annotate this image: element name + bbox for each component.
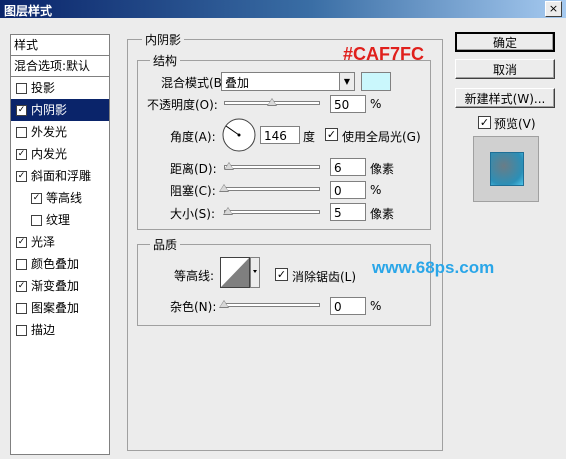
contour-label: 等高线: [174, 269, 215, 283]
new-style-button[interactable]: 新建样式(W)... [455, 88, 555, 108]
global-light-checkbox[interactable]: ✓ [325, 128, 338, 141]
angle-label: 角度(A): [170, 130, 216, 144]
distance-slider-thumb[interactable] [224, 162, 234, 170]
style-item-checkbox[interactable]: ✓ [16, 171, 27, 182]
style-item[interactable]: ✓ 光泽 [11, 231, 109, 253]
style-item[interactable]: ✓ 内阴影 [11, 99, 109, 121]
style-item[interactable]: 图案叠加 [11, 297, 109, 319]
choke-input[interactable]: 0 [330, 181, 366, 199]
style-item-label: 内阴影 [31, 103, 68, 117]
style-item-checkbox[interactable] [31, 215, 42, 226]
style-item-label: 等高线 [46, 191, 83, 205]
choke-label: 阻塞(C): [170, 184, 216, 198]
style-item-label: 纹理 [46, 213, 71, 227]
style-item[interactable]: ✓ 内发光 [11, 143, 109, 165]
style-item-label: 投影 [31, 81, 56, 95]
style-item-label: 渐变叠加 [31, 279, 80, 293]
style-item[interactable]: 纹理 [11, 209, 109, 231]
distance-label: 距离(D): [170, 162, 217, 176]
style-item-label: 光泽 [31, 235, 56, 249]
color-hex-watermark: #CAF7FC [343, 44, 425, 64]
preview-label: 预览(V) [494, 117, 536, 131]
shadow-color-swatch[interactable] [361, 72, 391, 91]
quality-legend: 品质 [150, 236, 181, 253]
style-item[interactable]: 外发光 [11, 121, 109, 143]
noise-input[interactable]: 0 [330, 297, 366, 315]
choke-slider[interactable] [224, 187, 320, 191]
noise-label: 杂色(N): [170, 300, 217, 314]
opacity-slider-thumb[interactable] [267, 98, 277, 106]
size-unit: 像素 [370, 207, 395, 221]
site-url-watermark: www.68ps.com [372, 258, 495, 277]
style-item[interactable]: 描边 [11, 319, 109, 341]
style-item-checkbox[interactable]: ✓ [16, 237, 27, 248]
choke-slider-thumb[interactable] [219, 184, 229, 192]
style-item-checkbox[interactable] [16, 127, 27, 138]
opacity-label: 不透明度(O): [147, 98, 218, 112]
style-item[interactable]: ✓ 斜面和浮雕 [11, 165, 109, 187]
style-item-label: 图案叠加 [31, 301, 80, 315]
choke-unit: % [370, 183, 382, 197]
style-item[interactable]: 投影 [11, 77, 109, 99]
close-button[interactable]: × [545, 1, 562, 17]
style-item-label: 外发光 [31, 125, 68, 139]
size-input[interactable]: 5 [330, 203, 366, 221]
size-slider-thumb[interactable] [223, 207, 233, 215]
blend-mode-select[interactable]: 叠加 ▼ [221, 72, 355, 91]
styles-header[interactable]: 样式 [11, 35, 109, 56]
distance-unit: 像素 [370, 162, 395, 176]
style-item[interactable]: ✓ 渐变叠加 [11, 275, 109, 297]
antialias-checkbox[interactable]: ✓ [275, 268, 288, 281]
style-item-label: 颜色叠加 [31, 257, 80, 271]
blend-options-item[interactable]: 混合选项:默认 [11, 56, 109, 77]
chevron-down-icon: ▼ [339, 73, 354, 90]
style-item-checkbox[interactable] [16, 83, 27, 94]
ok-button[interactable]: 确定 [455, 32, 555, 52]
antialias-label: 消除锯齿(L) [292, 270, 357, 284]
contour-picker[interactable] [220, 257, 260, 289]
distance-input[interactable]: 6 [330, 158, 366, 176]
style-item-label: 内发光 [31, 147, 68, 161]
distance-slider[interactable] [224, 165, 320, 169]
style-item[interactable]: ✓ 等高线 [11, 187, 109, 209]
noise-slider-thumb[interactable] [219, 300, 229, 308]
preview-checkbox[interactable]: ✓ [478, 116, 491, 129]
noise-slider[interactable] [224, 303, 320, 307]
style-item-checkbox[interactable]: ✓ [16, 105, 27, 116]
style-item-checkbox[interactable]: ✓ [31, 193, 42, 204]
angle-unit: 度 [303, 130, 316, 144]
size-label: 大小(S): [170, 207, 216, 221]
section-title: 内阴影 [142, 31, 185, 48]
styles-list: 样式 混合选项:默认 投影 ✓ 内阴影外发光 ✓ 内发光 ✓ 斜面和浮雕 ✓ 等高线纹理 ✓ 光泽颜… [10, 34, 110, 455]
blend-mode-value: 叠加 [225, 76, 250, 90]
angle-input[interactable]: 146 [260, 126, 300, 144]
opacity-input[interactable]: 50 [330, 95, 366, 113]
angle-dial[interactable] [221, 117, 257, 153]
style-item-checkbox[interactable]: ✓ [16, 281, 27, 292]
cancel-button[interactable]: 取消 [455, 59, 555, 79]
structure-legend: 结构 [150, 52, 181, 69]
window-title: 图层样式 [4, 4, 53, 18]
style-item-checkbox[interactable]: ✓ [16, 149, 27, 160]
style-item-checkbox[interactable] [16, 303, 27, 314]
style-item-checkbox[interactable] [16, 259, 27, 270]
size-slider[interactable] [224, 210, 320, 214]
noise-unit: % [370, 299, 382, 313]
style-item[interactable]: 颜色叠加 [11, 253, 109, 275]
style-item-checkbox[interactable] [16, 325, 27, 336]
style-item-label: 斜面和浮雕 [31, 169, 92, 183]
window-titlebar: 图层样式 × [0, 0, 566, 18]
preview-swatch [490, 152, 524, 186]
opacity-unit: % [370, 97, 382, 111]
style-item-label: 描边 [31, 323, 56, 337]
preview-thumbnail [473, 136, 539, 202]
global-light-label: 使用全局光(G) [342, 130, 421, 144]
